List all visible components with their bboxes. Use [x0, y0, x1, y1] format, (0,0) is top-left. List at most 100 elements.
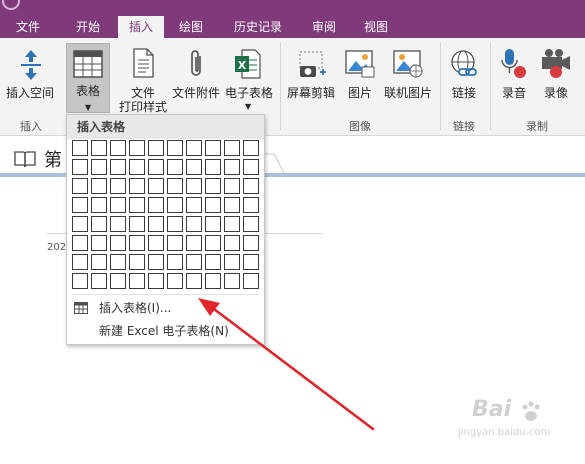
table-grid-cell[interactable]: [167, 159, 183, 175]
table-grid-cell[interactable]: [110, 140, 126, 156]
table-grid-cell[interactable]: [186, 140, 202, 156]
table-grid-cell[interactable]: [243, 216, 259, 232]
table-grid-cell[interactable]: [91, 159, 107, 175]
table-grid-cell[interactable]: [148, 254, 164, 270]
table-grid-cell[interactable]: [148, 216, 164, 232]
table-grid-cell[interactable]: [205, 178, 221, 194]
table-grid-cell[interactable]: [110, 159, 126, 175]
insert-space-button[interactable]: 插入空间: [2, 42, 58, 114]
table-grid-cell[interactable]: [148, 178, 164, 194]
table-grid-cell[interactable]: [72, 216, 88, 232]
table-grid-cell[interactable]: [167, 273, 183, 289]
file-printout-button[interactable]: 文件 打印样式: [116, 42, 170, 116]
table-grid-cell[interactable]: [243, 273, 259, 289]
table-grid-cell[interactable]: [186, 273, 202, 289]
file-attachment-button[interactable]: 文件附件: [170, 42, 222, 114]
table-grid-cell[interactable]: [72, 140, 88, 156]
table-grid-cell[interactable]: [224, 140, 240, 156]
table-grid-cell[interactable]: [72, 273, 88, 289]
table-grid-cell[interactable]: [224, 216, 240, 232]
table-grid-cell[interactable]: [129, 140, 145, 156]
table-grid-cell[interactable]: [148, 159, 164, 175]
table-grid-cell[interactable]: [167, 140, 183, 156]
table-grid-cell[interactable]: [129, 197, 145, 213]
table-grid-cell[interactable]: [224, 159, 240, 175]
table-grid-cell[interactable]: [167, 235, 183, 251]
table-grid-cell[interactable]: [186, 235, 202, 251]
table-grid-cell[interactable]: [205, 254, 221, 270]
tab-home[interactable]: 开始: [66, 16, 110, 38]
table-grid-cell[interactable]: [129, 235, 145, 251]
table-grid-cell[interactable]: [110, 273, 126, 289]
table-grid-cell[interactable]: [243, 254, 259, 270]
table-grid-cell[interactable]: [205, 140, 221, 156]
link-button[interactable]: 链接: [444, 42, 484, 114]
table-grid-cell[interactable]: [110, 235, 126, 251]
table-grid-cell[interactable]: [91, 235, 107, 251]
table-grid-cell[interactable]: [91, 254, 107, 270]
table-grid-cell[interactable]: [129, 254, 145, 270]
table-grid-cell[interactable]: [186, 254, 202, 270]
table-grid-cell[interactable]: [91, 140, 107, 156]
screen-clipping-button[interactable]: 屏幕剪辑: [284, 42, 338, 114]
table-grid-cell[interactable]: [167, 178, 183, 194]
table-grid-cell[interactable]: [148, 197, 164, 213]
table-grid-cell[interactable]: [224, 178, 240, 194]
table-grid-cell[interactable]: [110, 178, 126, 194]
table-grid-cell[interactable]: [224, 254, 240, 270]
table-grid-cell[interactable]: [224, 197, 240, 213]
tab-insert[interactable]: 插入: [118, 16, 164, 38]
tab-history[interactable]: 历史记录: [226, 16, 290, 38]
table-grid-cell[interactable]: [72, 159, 88, 175]
table-grid-cell[interactable]: [205, 273, 221, 289]
record-video-button[interactable]: 录像: [536, 42, 576, 114]
record-audio-button[interactable]: 录音: [494, 42, 534, 114]
table-grid-cell[interactable]: [110, 254, 126, 270]
table-grid-cell[interactable]: [72, 178, 88, 194]
table-grid-cell[interactable]: [186, 197, 202, 213]
table-grid-cell[interactable]: [110, 216, 126, 232]
table-grid-cell[interactable]: [129, 159, 145, 175]
table-grid-cell[interactable]: [72, 235, 88, 251]
table-grid-cell[interactable]: [91, 197, 107, 213]
table-grid-cell[interactable]: [167, 197, 183, 213]
table-grid-cell[interactable]: [243, 159, 259, 175]
table-grid-cell[interactable]: [186, 159, 202, 175]
table-grid-cell[interactable]: [129, 273, 145, 289]
tab-draw[interactable]: 绘图: [168, 16, 214, 38]
table-grid-cell[interactable]: [110, 197, 126, 213]
table-grid-cell[interactable]: [167, 254, 183, 270]
table-grid-cell[interactable]: [224, 273, 240, 289]
table-grid-cell[interactable]: [148, 140, 164, 156]
table-grid-cell[interactable]: [148, 273, 164, 289]
table-grid-cell[interactable]: [91, 178, 107, 194]
tab-view[interactable]: 视图: [354, 16, 398, 38]
table-grid-cell[interactable]: [129, 178, 145, 194]
online-picture-button[interactable]: 联机图片: [382, 42, 434, 114]
table-grid-cell[interactable]: [205, 159, 221, 175]
table-button[interactable]: 表格 ▼: [66, 43, 110, 113]
tab-review[interactable]: 审阅: [302, 16, 346, 38]
table-grid-cell[interactable]: [167, 216, 183, 232]
table-grid-cell[interactable]: [243, 178, 259, 194]
table-grid-cell[interactable]: [186, 216, 202, 232]
table-grid-cell[interactable]: [224, 235, 240, 251]
picture-button[interactable]: 图片: [340, 42, 380, 114]
table-grid-cell[interactable]: [91, 216, 107, 232]
excel-icon: X: [235, 49, 261, 79]
table-grid-cell[interactable]: [72, 254, 88, 270]
group-label-images: 图像: [349, 120, 371, 133]
spreadsheet-button[interactable]: X 电子表格 ▼: [222, 42, 276, 114]
table-grid-cell[interactable]: [205, 197, 221, 213]
table-grid-cell[interactable]: [186, 178, 202, 194]
table-grid-cell[interactable]: [205, 216, 221, 232]
table-grid-cell[interactable]: [243, 140, 259, 156]
tab-file[interactable]: 文件: [6, 16, 50, 38]
table-grid-cell[interactable]: [129, 216, 145, 232]
table-grid-cell[interactable]: [205, 235, 221, 251]
table-grid-cell[interactable]: [72, 197, 88, 213]
table-grid-cell[interactable]: [243, 197, 259, 213]
table-grid-cell[interactable]: [243, 235, 259, 251]
table-grid-cell[interactable]: [148, 235, 164, 251]
table-grid-cell[interactable]: [91, 273, 107, 289]
